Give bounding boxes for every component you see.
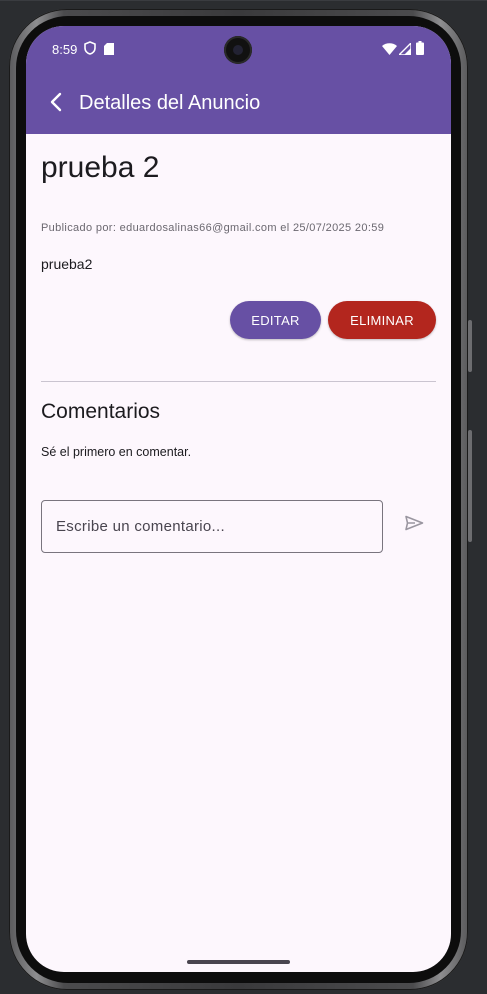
gesture-nav-handle[interactable] (187, 960, 290, 964)
sim-card-icon (104, 42, 114, 60)
emulator-background: 8:59 Detalles del Anuncio prueba 2 Publi… (0, 0, 487, 994)
status-bar: 8:59 (26, 26, 451, 74)
status-time: 8:59 (52, 42, 78, 57)
power-button (468, 430, 472, 542)
post-body: prueba2 (41, 256, 93, 272)
comment-field[interactable] (41, 500, 383, 553)
arrow-back-icon (49, 92, 63, 117)
shield-icon (84, 41, 96, 60)
page-title: Detalles del Anuncio (79, 92, 261, 114)
front-camera (224, 36, 252, 64)
cellular-signal-icon (397, 41, 412, 60)
volume-button (468, 320, 472, 372)
comments-heading: Comentarios (41, 400, 161, 423)
back-button[interactable] (38, 86, 74, 122)
post-meta: Publicado por: eduardosalinas66@gmail.co… (41, 222, 385, 234)
comment-input[interactable] (56, 501, 366, 552)
send-button[interactable] (399, 510, 429, 540)
send-icon (404, 515, 424, 536)
window-edge (0, 0, 487, 1)
edit-button[interactable]: EDITAR (230, 301, 321, 339)
post-title: prueba 2 (41, 151, 160, 184)
battery-icon (416, 41, 424, 60)
divider (41, 381, 436, 382)
phone-screen: 8:59 Detalles del Anuncio prueba 2 Publi… (26, 26, 451, 972)
edit-button-label: EDITAR (251, 312, 300, 328)
wifi-icon (382, 42, 397, 60)
app-bar: 8:59 Detalles del Anuncio (26, 26, 451, 134)
delete-button-label: ELIMINAR (350, 312, 414, 328)
delete-button[interactable]: ELIMINAR (328, 301, 436, 339)
comments-empty-text: Sé el primero en comentar. (41, 445, 192, 459)
toolbar: Detalles del Anuncio (26, 82, 451, 126)
